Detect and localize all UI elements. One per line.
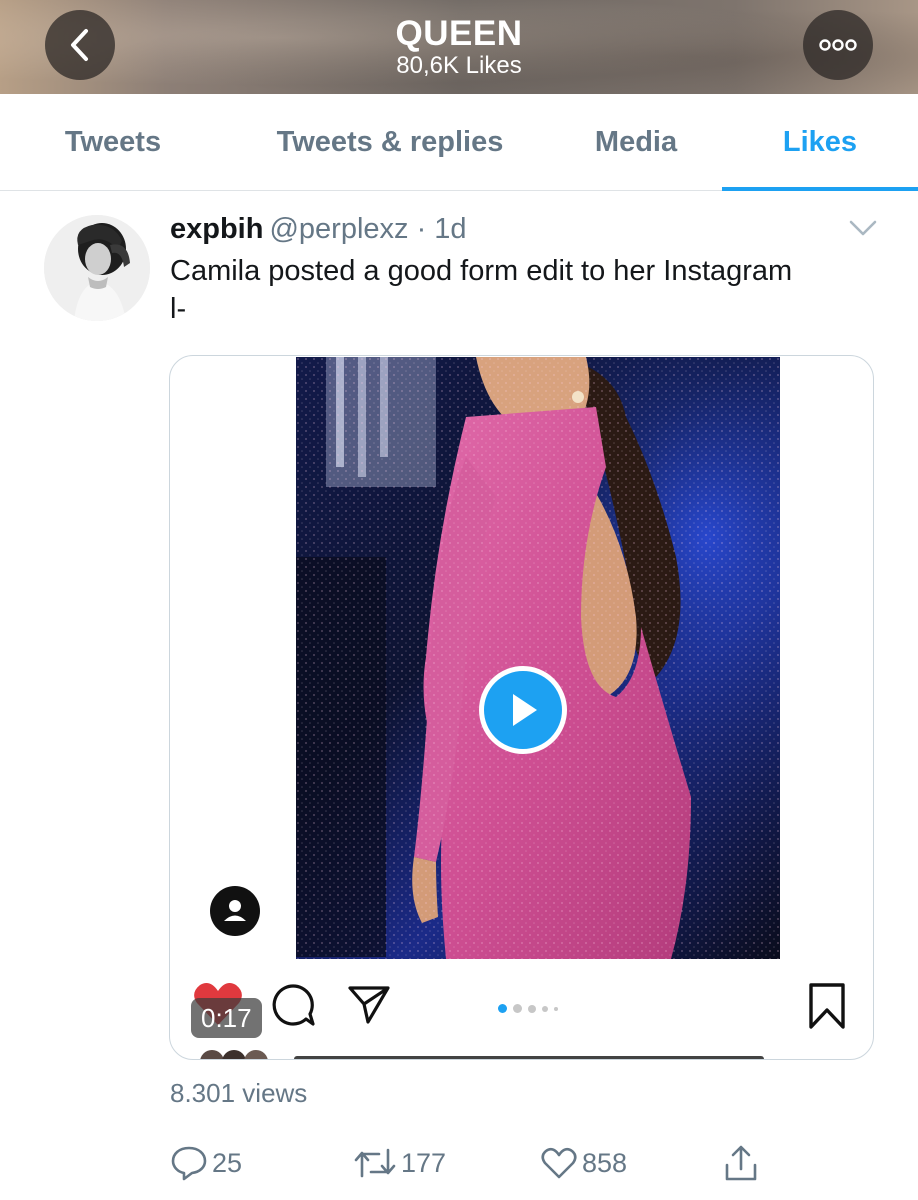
author-name[interactable]: expbih [170, 213, 263, 245]
like-count: 858 [582, 1147, 628, 1178]
avatar-image [44, 215, 150, 321]
reply-button[interactable]: 25 [170, 1140, 242, 1186]
comment-bubble-icon [272, 984, 315, 1026]
send-icon [348, 986, 390, 1024]
tab-media[interactable]: Media [570, 94, 702, 191]
profile-title: QUEEN [395, 14, 523, 53]
carousel-dot [554, 1006, 558, 1011]
carousel-dot [528, 1004, 536, 1013]
bookmark-icon [809, 983, 845, 1029]
retweet-button[interactable]: 177 [353, 1140, 446, 1186]
liked-by-row [200, 1050, 764, 1059]
tab-likes[interactable]: Likes [722, 94, 918, 191]
more-horizontal-icon [819, 39, 857, 51]
chevron-down-icon[interactable] [848, 216, 878, 240]
play-icon [513, 694, 537, 726]
share-button[interactable] [722, 1140, 764, 1186]
avatar[interactable] [44, 215, 150, 321]
retweet-icon [354, 1148, 396, 1178]
retweet-count: 177 [401, 1147, 447, 1178]
tweet-header: expbih @perplexz · 1d [170, 210, 467, 248]
video-thumbnail [296, 357, 780, 959]
carousel-dot [513, 1004, 522, 1014]
share-icon [725, 1145, 757, 1181]
profile-header: QUEEN 80,6K Likes [0, 0, 918, 94]
active-tab-indicator [722, 187, 918, 191]
author-handle-time: @perplexz · 1d [269, 213, 467, 245]
user-tag-icon [210, 886, 260, 936]
likes-count: 80,6K Likes [396, 52, 522, 79]
play-button[interactable] [479, 666, 567, 754]
like-button[interactable]: 858 [540, 1140, 627, 1186]
heart-outline-icon [541, 1147, 577, 1179]
carousel-indicator [498, 1000, 564, 1014]
profile-tabs: Tweets Tweets & replies Media Likes [0, 94, 918, 191]
reply-count: 25 [212, 1147, 243, 1178]
tweet-text: Camila posted a good form edit to her In… [170, 255, 793, 325]
view-count: 8.301 views [170, 1078, 308, 1108]
tab-tweets[interactable]: Tweets [28, 94, 198, 191]
more-button[interactable] [803, 10, 873, 80]
tweet-media[interactable]: 0:17 [169, 355, 874, 1060]
tab-tweets-and-replies[interactable]: Tweets & replies [250, 94, 530, 191]
video-duration: 0:17 [191, 998, 262, 1038]
carousel-dot [542, 1005, 548, 1012]
reply-icon [171, 1146, 207, 1181]
carousel-dot [498, 1004, 507, 1014]
photo-illustration [296, 357, 780, 959]
